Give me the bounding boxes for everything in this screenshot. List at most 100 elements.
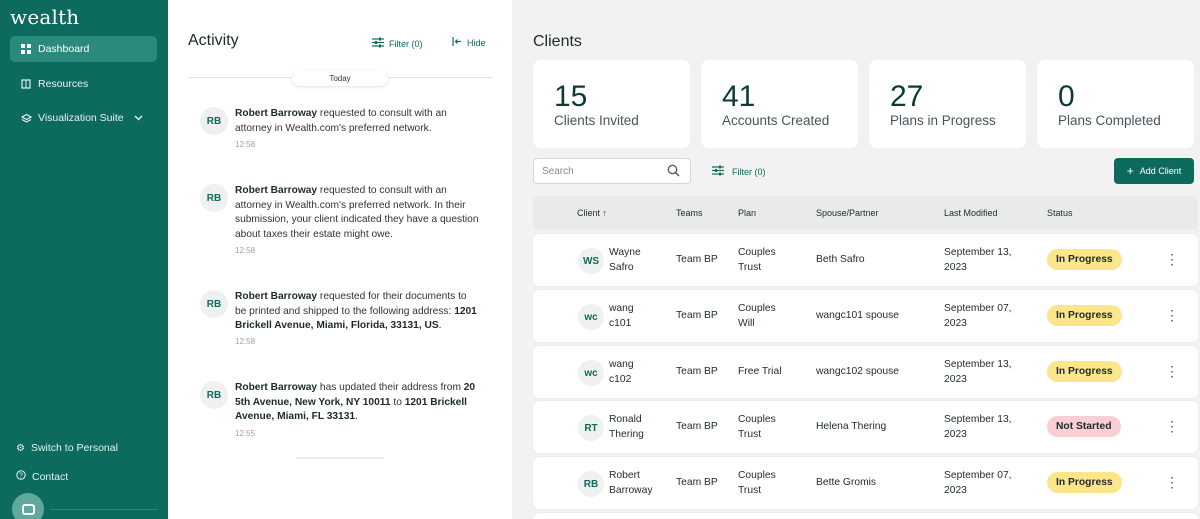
activity-entry: RB Robert Barroway requested for their d… <box>200 290 480 350</box>
spouse-cell: wangc101 spouse <box>816 310 900 321</box>
status-badge: In Progress <box>1047 472 1122 493</box>
activity-actor: Robert Barroway <box>235 108 318 119</box>
client-name[interactable]: Wayne Safro <box>609 246 641 275</box>
help-icon: ? <box>16 470 26 483</box>
activity-punct: . <box>438 320 442 331</box>
stat-card-clients-invited: 15 Clients Invited <box>533 60 690 148</box>
search-input[interactable]: Search <box>533 158 691 184</box>
table-row[interactable]: WS Wayne Safro Team BP Couples Trust Beth … <box>533 234 1198 286</box>
column-header-client[interactable]: Client ↑ <box>577 208 607 218</box>
plan-cell: Couples Trust <box>738 247 776 273</box>
spouse-cell: Helena Thering <box>816 421 887 432</box>
clients-filter-label: Filter (0) <box>732 167 766 177</box>
sidebar-item-label: Dashboard <box>38 43 90 55</box>
sidebar-item-label: Visualization Suite <box>38 112 124 124</box>
sidebar-divider <box>50 509 158 510</box>
sidebar-item-dashboard[interactable]: Dashboard <box>10 36 157 62</box>
client-name[interactable]: Robert Barroway <box>609 469 653 498</box>
avatar: wc <box>578 304 604 330</box>
status-badge: In Progress <box>1047 249 1122 270</box>
sidebar: wealth Dashboard Resources Visualization… <box>0 0 168 519</box>
stat-card-plans-in-progress: 27 Plans in Progress <box>869 60 1026 148</box>
sidebar-item-resources[interactable]: Resources <box>10 71 157 97</box>
spouse-cell: wangc102 spouse <box>816 366 900 377</box>
more-options-icon[interactable]: ⋮ <box>1165 307 1179 324</box>
more-options-icon[interactable]: ⋮ <box>1165 251 1179 268</box>
clients-filter-button[interactable]: Filter (0) <box>712 165 766 179</box>
client-name[interactable]: wang c101 <box>609 302 634 331</box>
sliders-icon <box>712 165 724 179</box>
stat-label: Accounts Created <box>722 113 830 128</box>
team-cell: Team BP <box>676 421 718 432</box>
stat-value: 27 <box>890 80 924 113</box>
switch-to-personal-link[interactable]: ⚙ Switch to Personal <box>16 442 118 454</box>
activity-hide-button[interactable]: Hide <box>452 37 486 49</box>
switch-to-personal-label: Switch to Personal <box>30 442 118 454</box>
last-modified-cell: September 07, 2023 <box>944 303 1012 329</box>
chat-icon[interactable] <box>12 493 44 519</box>
stat-label: Plans Completed <box>1058 113 1161 128</box>
avatar: wc <box>578 360 604 386</box>
gear-icon: ⚙ <box>16 442 25 454</box>
chevron-down-icon[interactable] <box>134 113 143 124</box>
column-header-last-modified: Last Modified <box>944 208 998 218</box>
grid-icon <box>20 44 32 54</box>
sidebar-item-label: Resources <box>38 78 89 90</box>
page-title: Clients <box>533 33 582 50</box>
team-cell: Team BP <box>676 310 718 321</box>
activity-filter-label: Filter (0) <box>389 39 423 49</box>
clients-panel: Clients 15 Clients Invited 41 Accounts C… <box>512 0 1200 519</box>
table-row[interactable]: RB Robert Barroway Team BP Couples Trust B… <box>533 457 1198 509</box>
client-name[interactable]: Ronald Thering <box>609 413 644 442</box>
stat-card-plans-completed: 0 Plans Completed <box>1037 60 1194 148</box>
activity-panel: Activity Filter (0) Hide Today RB Robert… <box>168 0 512 519</box>
activity-message-mid: to <box>390 396 405 408</box>
activity-text: Robert Barroway requested for their docu… <box>235 290 480 334</box>
avatar: RB <box>578 471 604 497</box>
table-header: Client ↑ Teams Plan Spouse/Partner Last … <box>533 196 1198 230</box>
stat-value: 0 <box>1058 80 1075 113</box>
activity-filter-button[interactable]: Filter (0) <box>372 37 423 51</box>
table-row[interactable] <box>533 513 1198 519</box>
svg-text:?: ? <box>19 473 23 480</box>
add-client-button[interactable]: + Add Client <box>1114 158 1194 184</box>
spouse-cell: Bette Gromis <box>816 477 877 488</box>
book-icon <box>20 79 32 89</box>
search-placeholder: Search <box>542 165 574 177</box>
sort-up-icon[interactable]: ↑ <box>603 208 608 218</box>
table-row[interactable]: RT Ronald Thering Team BP Couples Trust He… <box>533 401 1198 453</box>
avatar: RB <box>200 290 228 318</box>
activity-actor: Robert Barroway <box>235 382 318 393</box>
contact-label: Contact <box>32 470 69 483</box>
more-options-icon[interactable]: ⋮ <box>1165 363 1179 380</box>
client-name[interactable]: wang c102 <box>609 358 634 387</box>
layers-icon <box>20 113 32 123</box>
activity-message: has updated their address from <box>317 382 464 393</box>
activity-time: 12:58 <box>235 246 256 255</box>
status-badge: In Progress <box>1047 361 1122 382</box>
stat-label: Plans in Progress <box>890 113 996 128</box>
activity-time: 12:58 <box>235 337 256 346</box>
column-header-status: Status <box>1047 208 1073 218</box>
activity-actor: Robert Barroway <box>235 291 318 302</box>
more-options-icon[interactable]: ⋮ <box>1165 474 1179 491</box>
activity-entry: RB Robert Barroway requested to consult … <box>200 107 480 157</box>
team-cell: Team BP <box>676 254 718 265</box>
status-badge: In Progress <box>1047 305 1122 326</box>
column-label: Client <box>577 208 601 218</box>
plan-cell: Couples Will <box>738 303 776 329</box>
avatar: WS <box>578 248 604 274</box>
spouse-cell: Beth Safro <box>816 254 865 265</box>
plus-icon: + <box>1126 164 1134 178</box>
team-cell: Team BP <box>676 366 718 377</box>
logo[interactable]: wealth <box>10 5 79 29</box>
table-row[interactable]: wc wang c102 Team BP Free Trial wangc102 … <box>533 346 1198 398</box>
more-options-icon[interactable]: ⋮ <box>1165 418 1179 435</box>
activity-text: Robert Barroway requested to consult wit… <box>235 107 480 136</box>
sidebar-item-visualization-suite[interactable]: Visualization Suite <box>10 105 157 131</box>
search-icon[interactable] <box>667 164 680 180</box>
table-row[interactable]: wc wang c101 Team BP Couples Will wangc101… <box>533 290 1198 342</box>
activity-actor: Robert Barroway <box>235 185 318 196</box>
contact-link[interactable]: ? Contact <box>16 470 68 483</box>
stat-value: 41 <box>722 80 756 113</box>
